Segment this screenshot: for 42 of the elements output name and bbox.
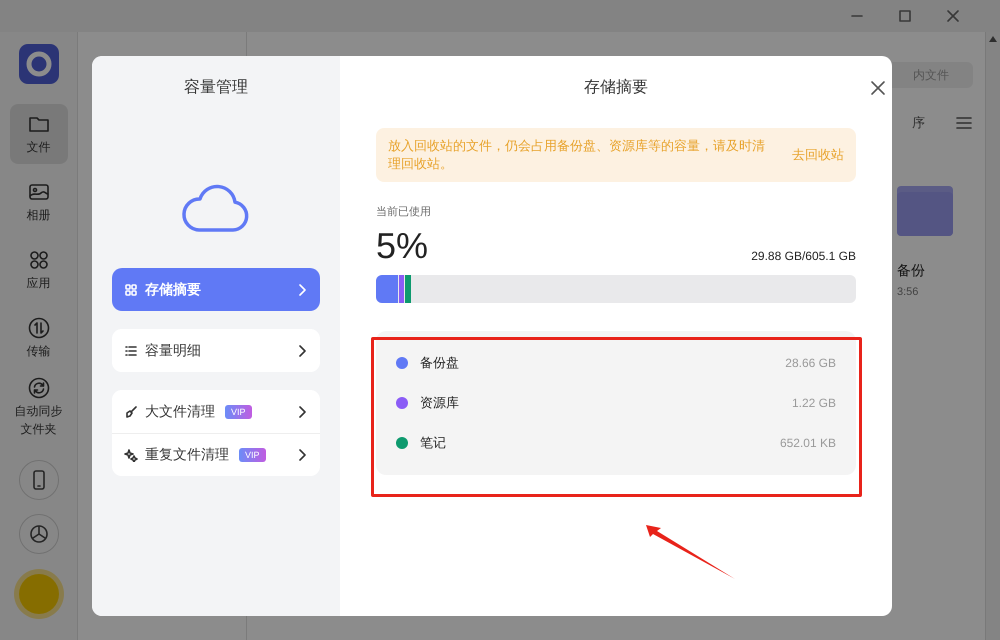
storage-name: 备份盘 [420,354,460,372]
sync-icon [26,376,50,400]
menu-icon [955,116,973,130]
broom-icon [124,404,138,418]
usage-percent: 5% [376,225,428,267]
dialog-title: 容量管理 [184,78,248,98]
sort-label[interactable]: 序 [912,114,925,132]
storage-name: 笔记 [420,434,447,452]
settings-button[interactable] [18,514,58,554]
phone-button[interactable] [18,460,58,500]
chevron-right-icon [298,344,306,356]
storage-size: 28.66 GB [785,356,836,370]
sparkle-icon [124,448,138,462]
file-time: 3:56 [897,286,918,298]
transfer-icon [26,316,50,340]
chevron-right-icon [298,284,306,296]
sidebar-item[interactable]: 应用 [10,240,68,300]
logo-icon [18,44,58,84]
storage-size: 652.01 KB [780,436,836,450]
notice-text: 放入回收站的文件，仍会占用备份盘、资源库等的容量，请及时清理回收站。 [388,137,766,173]
list-icon [124,344,138,358]
sidebar-item[interactable]: 相册 [10,172,68,232]
chevron-right-icon [298,406,306,418]
vip-badge: VIP [239,448,266,462]
sidebar-item[interactable]: 文件 [10,104,68,164]
close-icon [870,80,886,96]
chevron-right-icon [298,449,306,461]
panel-title: 存储摘要 [584,78,648,98]
vip-badge: VIP [225,404,252,418]
maximize-icon [898,9,912,23]
used-label: 当前已使用 [376,205,432,219]
file-name: 备份 [897,262,925,280]
sidebar-item[interactable]: 传输 [10,308,68,368]
close-icon [946,9,960,23]
storage-size: 1.22 GB [792,396,836,410]
grid-icon [124,282,138,296]
cloud-icon [181,182,251,234]
sidebar-item[interactable]: 自动同步文件夹 [10,376,68,438]
scroll-up-icon [989,36,997,42]
menu-item[interactable]: 存储摘要 [112,268,320,311]
usage-total: 29.88 GB/605.1 GB [751,249,856,263]
storage-name: 资源库 [420,394,460,412]
